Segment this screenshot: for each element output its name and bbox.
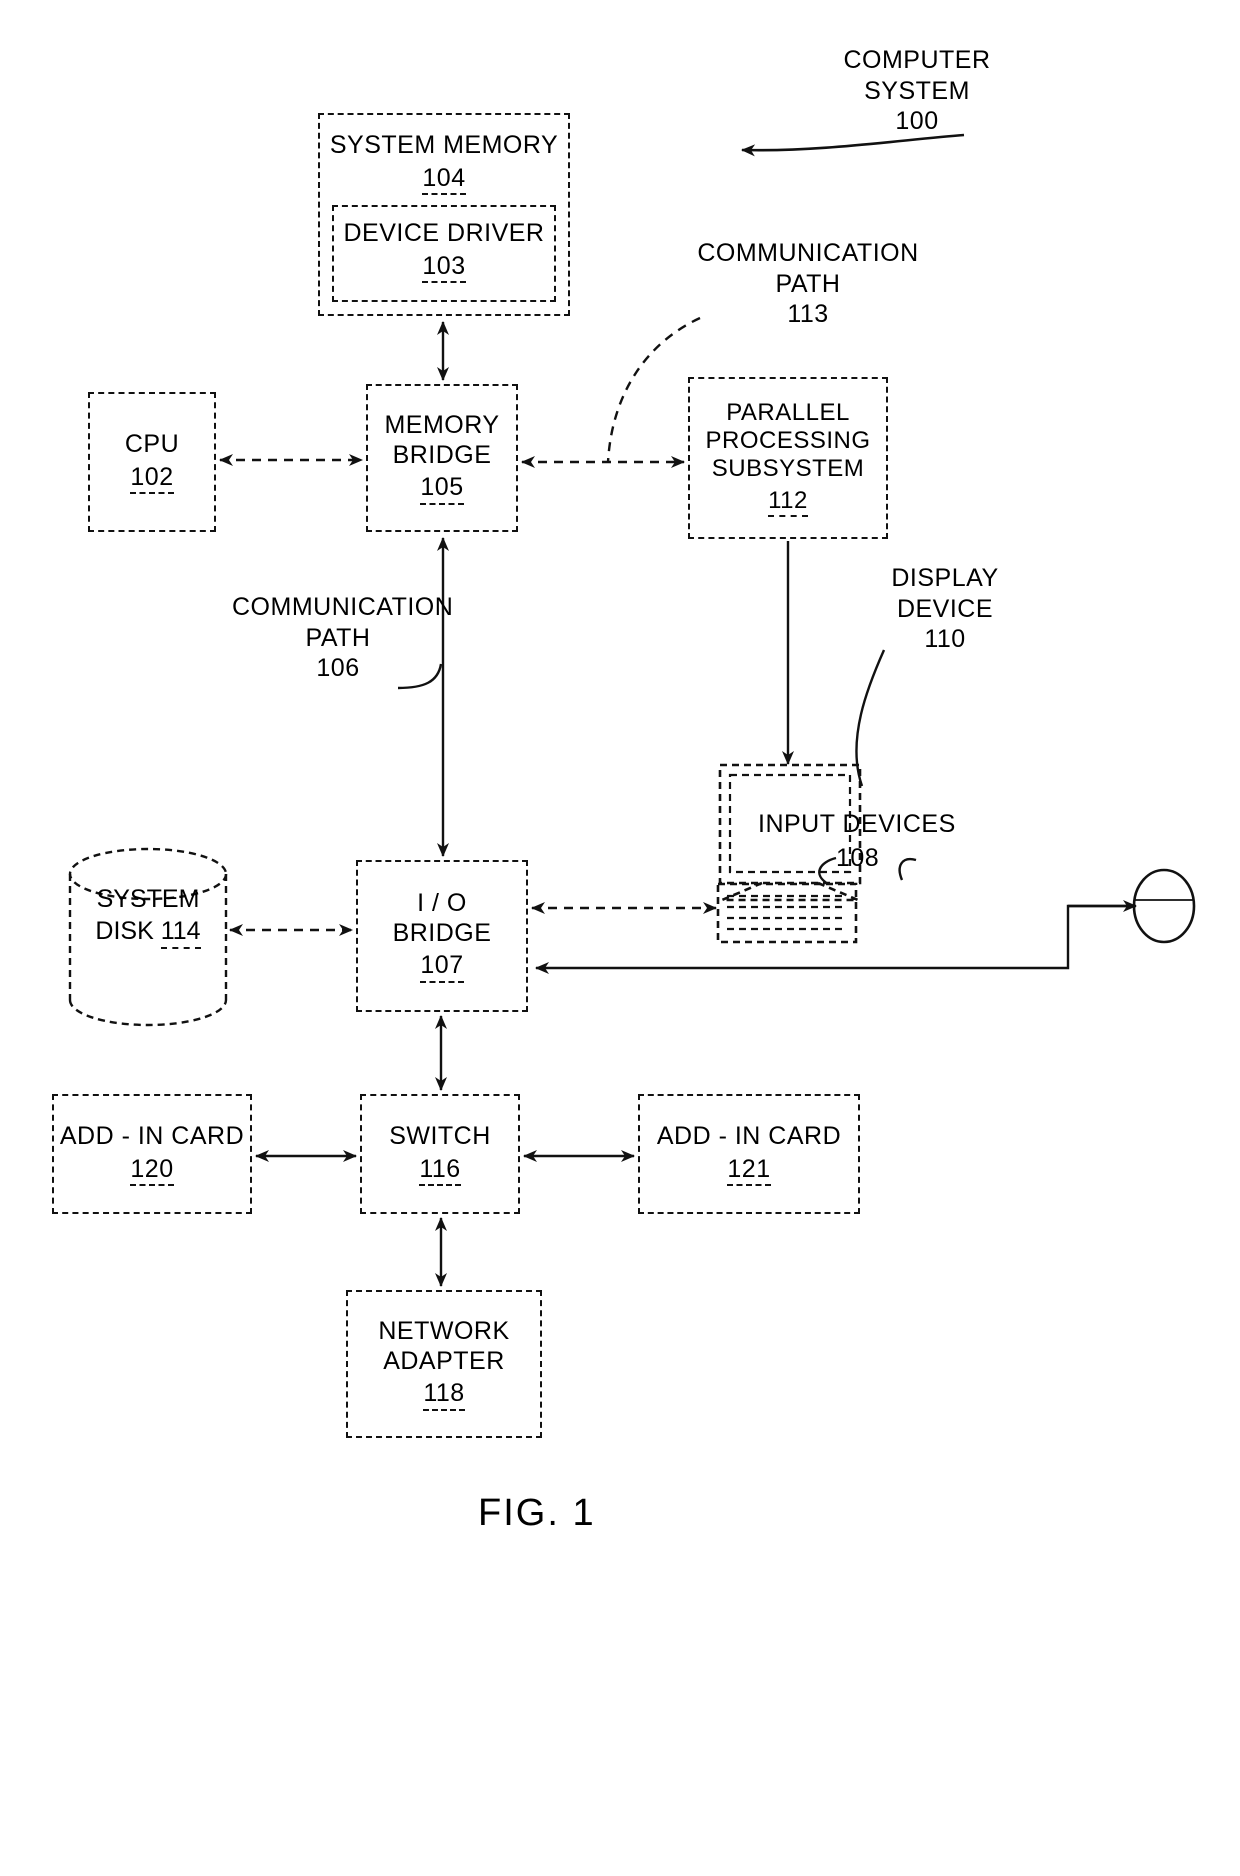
block-add-in-card-120-ref: 120 <box>130 1155 174 1186</box>
block-system-disk-ref: 114 <box>160 917 201 949</box>
block-network-adapter-label-line2: ADAPTER <box>383 1346 505 1375</box>
block-system-memory-label: SYSTEM MEMORY <box>329 131 559 159</box>
block-parallel-processing-subsystem: PARALLEL PROCESSING SUBSYSTEM 112 <box>688 377 888 539</box>
patent-figure: SYSTEM MEMORY 104 DEVICE DRIVER 103 CPU … <box>0 0 1240 1876</box>
block-add-in-card-120-label: ADD - IN CARD <box>59 1122 245 1150</box>
block-system-disk-text: SYSTEM DISK 114 <box>70 884 226 949</box>
block-pps-label-line3: SUBSYSTEM <box>711 455 865 483</box>
block-io-bridge-label-line1: I / O <box>417 889 467 918</box>
annotation-communication-path-113: COMMUNICATION PATH 113 <box>686 238 930 330</box>
block-add-in-card-121-ref: 121 <box>727 1155 771 1186</box>
annotation-display-device-line2: DEVICE <box>896 594 994 623</box>
block-pps-label-line2: PROCESSING <box>705 427 871 455</box>
block-memory-bridge-label-line2: BRIDGE <box>392 440 492 469</box>
annotation-display-device-ref: 110 <box>924 625 966 653</box>
annotation-input-devices-ref-wrap: 108 <box>836 843 916 874</box>
block-network-adapter: NETWORK ADAPTER 118 <box>346 1290 542 1438</box>
annotation-computer-system: COMPUTER SYSTEM 100 <box>822 45 1012 137</box>
block-add-in-card-121: ADD - IN CARD 121 <box>638 1094 860 1214</box>
connector-io-bridge-to-mouse <box>535 900 1137 974</box>
block-switch-label: SWITCH <box>389 1122 491 1150</box>
block-device-driver-ref: 103 <box>422 252 466 283</box>
leader-computer-system-100 <box>741 133 965 157</box>
block-memory-bridge-label-line1: MEMORY <box>384 411 500 440</box>
block-system-disk: SYSTEM DISK 114 <box>70 848 226 1020</box>
block-device-driver: DEVICE DRIVER 103 <box>332 205 556 302</box>
annotation-input-devices: INPUT DEVICES <box>758 809 980 840</box>
block-system-memory-ref: 104 <box>422 164 466 195</box>
annotation-computer-system-ref: 100 <box>895 107 939 135</box>
block-system-disk-label-line2: DISK <box>95 917 154 945</box>
annotation-comm-106-ref: 106 <box>316 654 360 682</box>
annotation-input-devices-ref: 108 <box>836 844 880 872</box>
annotation-display-device-line1: DISPLAY <box>891 564 999 592</box>
annotation-display-device: DISPLAY DEVICE 110 <box>862 563 1028 655</box>
annotation-communication-path-106: COMMUNICATION PATH 106 <box>232 592 454 684</box>
block-pps-label-line1: PARALLEL <box>726 398 850 426</box>
block-io-bridge: I / O BRIDGE 107 <box>356 860 528 1012</box>
mouse-icon <box>1132 868 1196 944</box>
annotation-comm-106-line1: COMMUNICATION <box>232 593 454 621</box>
block-cpu-label: CPU <box>124 430 180 458</box>
block-io-bridge-ref: 107 <box>420 952 464 983</box>
block-network-adapter-ref: 118 <box>423 1380 465 1411</box>
block-switch: SWITCH 116 <box>360 1094 520 1214</box>
figure-caption: FIG. 1 <box>478 1492 596 1534</box>
block-pps-ref: 112 <box>768 487 808 518</box>
leader-display-device <box>855 649 886 787</box>
annotation-comm-113-line1: COMMUNICATION <box>697 239 919 267</box>
annotation-comm-113-ref: 113 <box>787 300 829 328</box>
block-system-disk-label-line1: SYSTEM <box>96 885 200 913</box>
block-switch-ref: 116 <box>419 1155 461 1186</box>
block-device-driver-label: DEVICE DRIVER <box>343 219 545 247</box>
block-cpu: CPU 102 <box>88 392 216 532</box>
annotation-computer-system-line2: SYSTEM <box>864 76 970 105</box>
block-network-adapter-label-line1: NETWORK <box>378 1317 510 1346</box>
block-cpu-ref: 102 <box>130 463 174 494</box>
annotation-comm-106-line2: PATH <box>305 623 371 652</box>
annotation-input-devices-label: INPUT DEVICES <box>758 810 956 838</box>
annotation-comm-113-line2: PATH <box>775 269 841 298</box>
block-add-in-card-120: ADD - IN CARD 120 <box>52 1094 252 1214</box>
block-memory-bridge-ref: 105 <box>420 474 464 505</box>
block-memory-bridge: MEMORY BRIDGE 105 <box>366 384 518 532</box>
block-io-bridge-label-line2: BRIDGE <box>392 918 492 947</box>
block-add-in-card-121-label: ADD - IN CARD <box>656 1122 842 1150</box>
annotation-computer-system-line1: COMPUTER <box>843 46 991 74</box>
leader-communication-path-113 <box>606 316 701 463</box>
